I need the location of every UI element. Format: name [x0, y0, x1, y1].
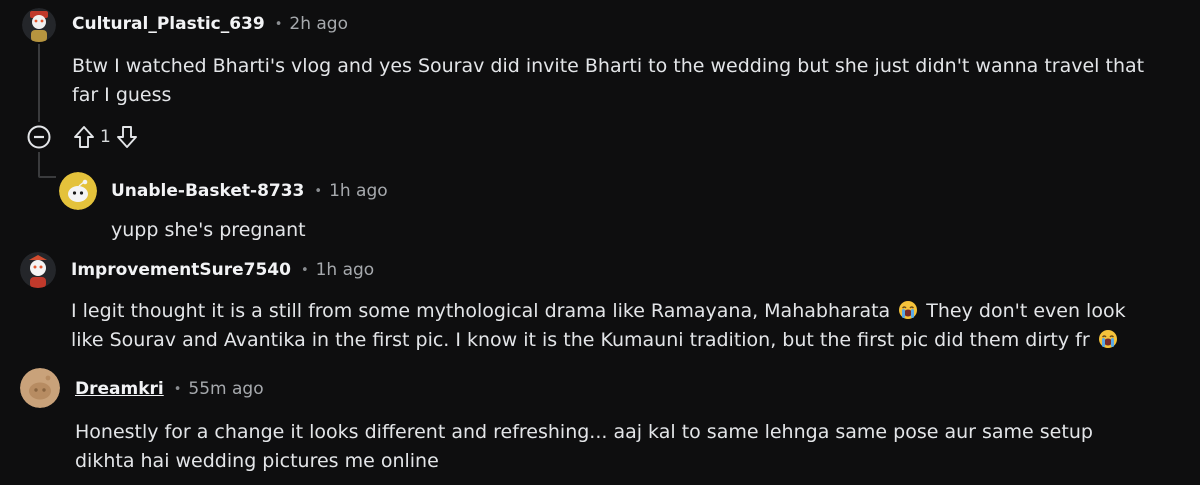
- comment-line: yupp she's pregnant: [111, 219, 306, 241]
- separator: •: [300, 262, 309, 278]
- loudly-crying-emoji-icon: [898, 300, 918, 320]
- reply-connector: [38, 176, 56, 178]
- comment-line: dikhta hai wedding pictures me online: [75, 450, 439, 472]
- comment-meta: Unable-Basket-8733 • 1h ago: [111, 181, 388, 201]
- timestamp[interactable]: 55m ago: [188, 379, 263, 399]
- username[interactable]: ImprovementSure7540: [71, 260, 291, 280]
- reply-connector: [38, 152, 40, 176]
- username[interactable]: Cultural_Plastic_639: [72, 14, 265, 34]
- comment-body: Honestly for a change it looks different…: [75, 418, 1093, 476]
- comment-meta: ImprovementSure7540 • 1h ago: [71, 260, 374, 280]
- collapse-circle-icon[interactable]: [26, 124, 52, 150]
- loudly-crying-emoji-icon: [1098, 329, 1118, 349]
- comment-body: yupp she's pregnant: [111, 216, 306, 245]
- comment-body: I legit thought it is a still from some …: [71, 297, 1126, 355]
- comment-line: far I guess: [72, 84, 172, 106]
- comment-line: like Sourav and Avantika in the first pi…: [71, 329, 1090, 351]
- separator: •: [274, 16, 283, 32]
- comment-actions: 1: [26, 124, 139, 150]
- vote-count: 1: [100, 127, 111, 147]
- comment-line: Btw I watched Bharti's vlog and yes Sour…: [72, 55, 1145, 77]
- comment-meta: Dreamkri • 55m ago: [75, 379, 264, 399]
- downvote-arrow-icon[interactable]: [115, 124, 139, 150]
- separator: •: [314, 183, 323, 199]
- comment-line: I legit thought it is a still from some …: [71, 300, 891, 322]
- avatar[interactable]: [22, 8, 56, 42]
- avatar[interactable]: [20, 368, 60, 408]
- comment-line: They don't even look: [926, 300, 1126, 322]
- timestamp[interactable]: 1h ago: [329, 181, 388, 201]
- timestamp[interactable]: 2h ago: [289, 14, 348, 34]
- username[interactable]: Dreamkri: [75, 379, 164, 399]
- comment-meta: Cultural_Plastic_639 • 2h ago: [72, 14, 348, 34]
- timestamp[interactable]: 1h ago: [316, 260, 375, 280]
- upvote-arrow-icon[interactable]: [72, 124, 96, 150]
- comment-line-1: I legit thought it is a still from some …: [71, 297, 1126, 326]
- avatar[interactable]: [20, 252, 56, 288]
- comment-line: Honestly for a change it looks different…: [75, 421, 1093, 443]
- comment-body: Btw I watched Bharti's vlog and yes Sour…: [72, 52, 1144, 110]
- username[interactable]: Unable-Basket-8733: [111, 181, 304, 201]
- separator: •: [173, 381, 182, 397]
- avatar[interactable]: [59, 172, 97, 210]
- comment-line-2: like Sourav and Avantika in the first pi…: [71, 326, 1126, 355]
- thread-line: [38, 44, 40, 122]
